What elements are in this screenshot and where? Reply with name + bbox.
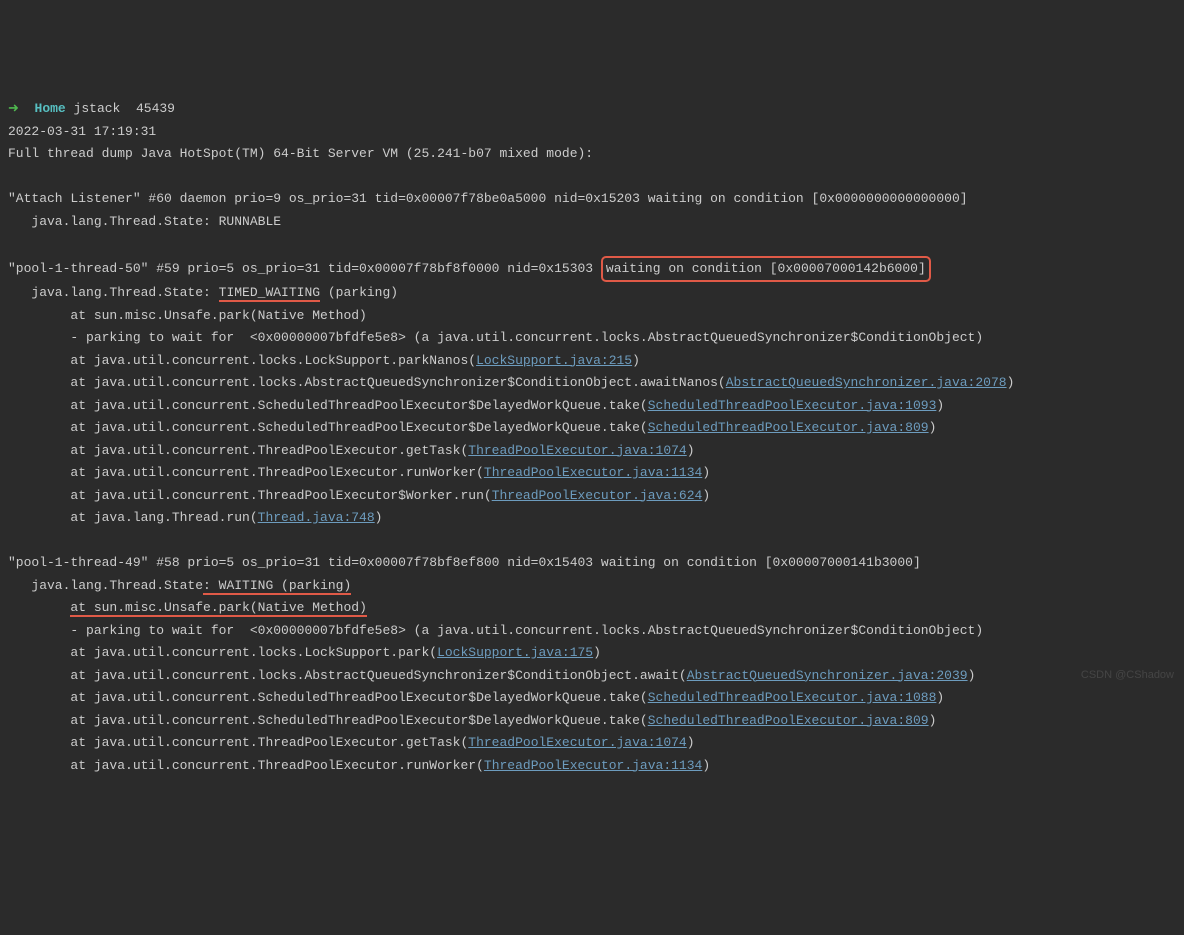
thread-state: java.lang.Thread.State: TIMED_WAITING (p… (8, 285, 398, 302)
timestamp: 2022-03-31 17:19:31 (8, 124, 156, 139)
state-highlight: : WAITING (parking) (203, 578, 351, 595)
dump-header: Full thread dump Java HotSpot(TM) 64-Bit… (8, 146, 593, 161)
prompt-arrow: ➜ (8, 101, 19, 116)
state-highlight: TIMED_WAITING (219, 285, 320, 302)
source-link[interactable]: AbstractQueuedSynchronizer.java:2039 (687, 668, 968, 683)
terminal-output: ➜ Home jstack 45439 2022-03-31 17:19:31 … (8, 98, 1176, 777)
source-link[interactable]: AbstractQueuedSynchronizer.java:2078 (726, 375, 1007, 390)
thread-state: java.lang.Thread.State: WAITING (parking… (8, 578, 351, 595)
source-link[interactable]: ScheduledThreadPoolExecutor.java:1088 (648, 690, 937, 705)
source-link[interactable]: ThreadPoolExecutor.java:1134 (484, 465, 702, 480)
source-link[interactable]: ThreadPoolExecutor.java:624 (492, 488, 703, 503)
highlighted-condition: waiting on condition [0x00007000142b6000… (601, 256, 931, 283)
command-arg: 45439 (136, 101, 175, 116)
source-link[interactable]: LockSupport.java:175 (437, 645, 593, 660)
thread-header: "Attach Listener" #60 daemon prio=9 os_p… (8, 191, 968, 206)
thread-state: java.lang.Thread.State: RUNNABLE (8, 214, 281, 229)
source-link[interactable]: ScheduledThreadPoolExecutor.java:1093 (648, 398, 937, 413)
stack-trace: at sun.misc.Unsafe.park(Native Method) -… (8, 597, 1176, 777)
source-link[interactable]: ThreadPoolExecutor.java:1134 (484, 758, 702, 773)
thread-header: "pool-1-thread-49" #58 prio=5 os_prio=31… (8, 555, 921, 570)
source-link[interactable]: ScheduledThreadPoolExecutor.java:809 (648, 713, 929, 728)
watermark: CSDN @CShadow (1081, 664, 1174, 687)
source-link[interactable]: Thread.java:748 (258, 510, 375, 525)
cwd-label: Home (35, 101, 66, 116)
stack-trace: at sun.misc.Unsafe.park(Native Method) -… (8, 305, 1176, 530)
source-link[interactable]: LockSupport.java:215 (476, 353, 632, 368)
source-link[interactable]: ScheduledThreadPoolExecutor.java:809 (648, 420, 929, 435)
source-link[interactable]: ThreadPoolExecutor.java:1074 (468, 735, 686, 750)
command: jstack (74, 101, 121, 116)
thread-header: "pool-1-thread-50" #59 prio=5 os_prio=31… (8, 261, 931, 276)
source-link[interactable]: ThreadPoolExecutor.java:1074 (468, 443, 686, 458)
